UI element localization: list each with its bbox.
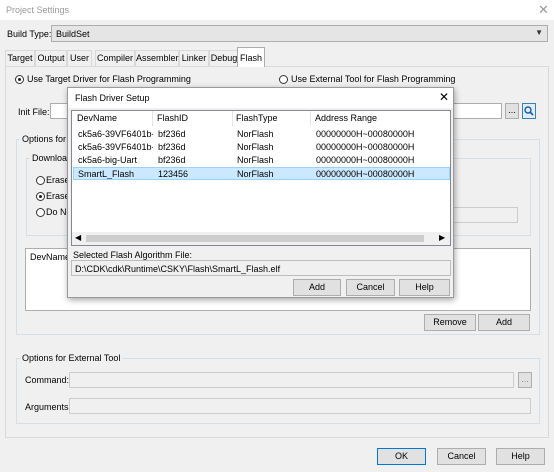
- options-external-label: Options for External Tool: [20, 353, 123, 363]
- flash-driver-table[interactable]: DevName FlashID FlashType Address Range …: [71, 110, 451, 246]
- window-close-icon[interactable]: ✕: [538, 3, 549, 16]
- dialog-help-button[interactable]: Help: [399, 279, 450, 296]
- use-target-driver-label: Use Target Driver for Flash Programming: [27, 74, 191, 84]
- remove-button[interactable]: Remove: [424, 314, 476, 331]
- flash-driver-setup-dialog: Flash Driver Setup ✕ DevName FlashID Fla…: [67, 87, 454, 298]
- dialog-titlebar: Flash Driver Setup ✕: [68, 88, 453, 108]
- use-target-driver-radio[interactable]: [15, 75, 24, 84]
- add-button[interactable]: Add: [478, 314, 530, 331]
- build-type-label: Build Type:: [7, 29, 52, 39]
- devname-header: DevName: [30, 252, 71, 262]
- tab-user[interactable]: User: [67, 50, 92, 66]
- dialog-title: Flash Driver Setup: [75, 93, 150, 103]
- use-external-tool-radio[interactable]: [279, 75, 288, 84]
- command-browse-button: ...: [518, 372, 532, 388]
- init-file-browse-button[interactable]: ...: [505, 103, 519, 119]
- scroll-right-icon[interactable]: ▶: [439, 233, 445, 242]
- tab-assembler[interactable]: Assembler: [135, 50, 179, 66]
- tab-target[interactable]: Target: [5, 50, 35, 66]
- tab-compiler[interactable]: Compiler: [95, 50, 135, 66]
- table-row[interactable]: ck5a6-39VF6401b-... bf236d NorFlash 0000…: [73, 128, 450, 141]
- window-titlebar: Project Settings ✕: [0, 0, 554, 20]
- selected-algorithm-label: Selected Flash Algorithm File:: [73, 250, 193, 260]
- download-label: Downloa: [30, 153, 70, 163]
- selected-algorithm-path: D:\CDK\cdk\Runtime\CSKY\Flash\SmartL_Fla…: [71, 260, 451, 276]
- search-icon[interactable]: [522, 103, 536, 119]
- erase-option-1-label: Erase: [46, 175, 70, 185]
- build-type-select[interactable]: BuildSet ▼: [51, 25, 548, 42]
- scrollbar-thumb[interactable]: [86, 235, 424, 242]
- erase-option-2-label: Erase: [46, 191, 70, 201]
- erase-option-2-radio[interactable]: [36, 192, 45, 201]
- dialog-close-icon[interactable]: ✕: [439, 91, 449, 103]
- scroll-left-icon[interactable]: ◀: [75, 233, 81, 242]
- tab-output[interactable]: Output: [35, 50, 67, 66]
- horizontal-scrollbar[interactable]: ◀ ▶: [72, 232, 450, 245]
- col-header-flashid[interactable]: FlashID: [157, 113, 188, 123]
- table-row[interactable]: ck5a6-big-Uart bf236d NorFlash 00000000H…: [73, 154, 450, 167]
- chevron-down-icon: ▼: [535, 28, 543, 37]
- col-header-flashtype[interactable]: FlashType: [236, 113, 278, 123]
- erase-option-1-radio[interactable]: [36, 176, 45, 185]
- dialog-cancel-button[interactable]: Cancel: [346, 279, 395, 296]
- table-header: DevName FlashID FlashType Address Range: [72, 111, 450, 127]
- col-header-devname[interactable]: DevName: [77, 113, 117, 123]
- arguments-label: Arguments:: [25, 402, 72, 412]
- ok-button[interactable]: OK: [377, 448, 426, 465]
- dialog-add-button[interactable]: Add: [293, 279, 341, 296]
- table-row[interactable]: ck5a6-39VF6401b-l... bf236d NorFlash 000…: [73, 141, 450, 154]
- window-title: Project Settings: [6, 5, 70, 15]
- help-button[interactable]: Help: [496, 448, 545, 465]
- options-external-group: [16, 358, 540, 424]
- tab-flash[interactable]: Flash: [237, 47, 265, 67]
- command-input: [69, 372, 514, 388]
- cancel-button[interactable]: Cancel: [437, 448, 486, 465]
- use-external-tool-label: Use External Tool for Flash Programming: [291, 74, 456, 84]
- init-file-label: Init File:: [18, 107, 50, 117]
- build-type-value: BuildSet: [56, 29, 90, 39]
- command-label: Command:: [25, 375, 70, 385]
- download-extra-field: [452, 207, 518, 223]
- arguments-input: [69, 398, 531, 414]
- tab-linker[interactable]: Linker: [179, 50, 209, 66]
- col-header-address-range[interactable]: Address Range: [315, 113, 377, 123]
- do-not-erase-radio[interactable]: [36, 208, 45, 217]
- tab-debug[interactable]: Debug: [209, 50, 239, 66]
- table-row-selected[interactable]: SmartL_Flash 123456 NorFlash 00000000H~0…: [73, 167, 450, 180]
